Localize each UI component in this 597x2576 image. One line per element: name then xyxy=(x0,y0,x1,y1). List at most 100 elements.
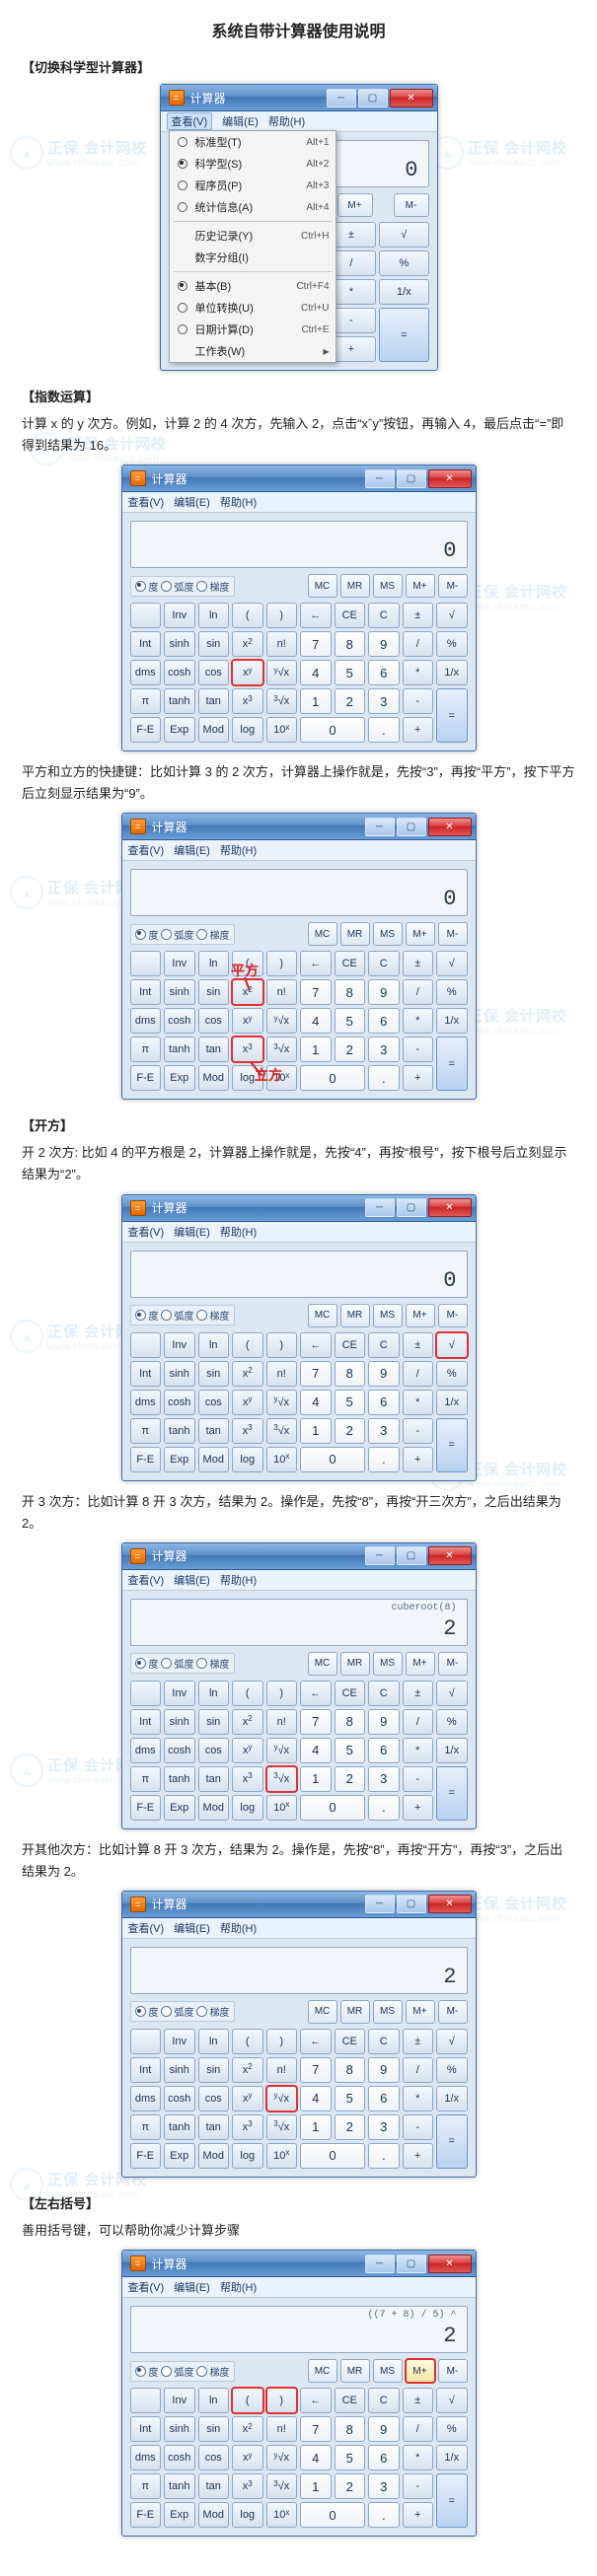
c-button[interactable]: C xyxy=(368,951,400,976)
minimize-button[interactable]: ─ xyxy=(327,89,356,107)
equals-button[interactable]: = xyxy=(379,308,428,362)
menu-item[interactable]: 历史记录(Y)Ctrl+H xyxy=(170,225,336,247)
menu-view[interactable]: 查看(V) xyxy=(128,842,165,858)
dot-button[interactable]: . xyxy=(368,1065,400,1091)
cube-button[interactable]: x3 xyxy=(232,688,263,714)
log-button[interactable]: log xyxy=(232,1447,263,1472)
mr-button[interactable]: MR xyxy=(340,574,370,598)
backspace-button[interactable]: ← xyxy=(300,2029,332,2054)
tenx-button[interactable]: 10x xyxy=(266,2143,298,2169)
lparen-button[interactable]: ( xyxy=(232,603,263,628)
close-button[interactable]: ✕ xyxy=(428,469,472,488)
menu-help[interactable]: 帮助(H) xyxy=(220,494,257,510)
cube-button[interactable]: x3 xyxy=(232,1037,263,1062)
inv-button[interactable]: Inv xyxy=(164,603,195,628)
dms-button[interactable]: dms xyxy=(130,1738,162,1763)
xy-button[interactable]: xy xyxy=(232,660,263,685)
tan-button[interactable]: tan xyxy=(198,2473,230,2499)
cosh-button[interactable]: cosh xyxy=(164,2086,195,2111)
minimize-button[interactable]: ─ xyxy=(365,1546,395,1565)
mc-button[interactable]: MC xyxy=(308,1652,337,1676)
div-button[interactable]: / xyxy=(403,979,434,1005)
exp-button[interactable]: Exp xyxy=(164,1795,195,1821)
c-button[interactable]: C xyxy=(368,1681,400,1706)
seven-button[interactable]: 7 xyxy=(300,1361,332,1387)
deg-label[interactable]: 度 xyxy=(149,2004,159,2019)
recip-button[interactable]: 1/x xyxy=(436,1008,468,1034)
cube-button[interactable]: x3 xyxy=(232,2473,263,2499)
cos-button[interactable]: cos xyxy=(198,1008,230,1034)
close-button[interactable]: ✕ xyxy=(428,1546,472,1565)
titlebar[interactable]: = 计算器 ─ ▢ ✕ xyxy=(122,465,476,492)
tan-button[interactable]: tan xyxy=(198,688,230,714)
titlebar[interactable]: = 计算器 ─ ▢ ✕ xyxy=(122,1195,476,1222)
three-button[interactable]: 3 xyxy=(368,2473,400,2499)
fact-button[interactable]: n! xyxy=(266,2057,298,2083)
cos-button[interactable]: cos xyxy=(198,2086,230,2111)
mul-button[interactable]: * xyxy=(403,660,434,685)
sqrt-button[interactable]: √ xyxy=(436,603,468,628)
rparen-button[interactable]: ) xyxy=(266,1332,298,1358)
m--button[interactable]: M- xyxy=(438,574,468,598)
m+-button[interactable]: M+ xyxy=(406,2000,435,2024)
tenx-button[interactable]: 10x xyxy=(266,1795,298,1821)
m+-button[interactable]: M+ xyxy=(406,1304,435,1327)
minimize-button[interactable]: ─ xyxy=(365,1198,395,1217)
menu-view[interactable]: 查看(V) xyxy=(128,1224,165,1240)
rparen-button[interactable]: ) xyxy=(266,1681,298,1706)
mr-button[interactable]: MR xyxy=(340,1304,370,1327)
tan-button[interactable]: tan xyxy=(198,1037,230,1062)
int-button[interactable]: Int xyxy=(130,1709,162,1735)
minimize-button[interactable]: ─ xyxy=(365,818,395,836)
nine-button[interactable]: 9 xyxy=(368,979,400,1005)
m+-button[interactable]: M+ xyxy=(406,922,435,946)
maximize-button[interactable]: ▢ xyxy=(397,2254,426,2273)
ln-button[interactable]: ln xyxy=(198,951,230,976)
c-button[interactable]: C xyxy=(368,603,400,628)
angle-mode-group[interactable]: 度 弧度 梯度 xyxy=(130,2361,235,2382)
xy-button[interactable]: xy xyxy=(232,2445,263,2470)
rparen-button[interactable]: ) xyxy=(266,951,298,976)
sinh-button[interactable]: sinh xyxy=(164,1709,195,1735)
titlebar[interactable]: = 计算器 ─ ▢ ✕ xyxy=(122,1892,476,1918)
mod-button[interactable]: Mod xyxy=(198,1447,230,1472)
rad-label[interactable]: 弧度 xyxy=(175,2004,194,2019)
zero-button[interactable]: 0 xyxy=(300,1065,365,1091)
backspace-button[interactable]: ← xyxy=(300,1681,332,1706)
fact-button[interactable]: n! xyxy=(266,1709,298,1735)
backspace-button[interactable]: ← xyxy=(300,1332,332,1358)
fe-button[interactable]: F-E xyxy=(130,1447,162,1472)
six-button[interactable]: 6 xyxy=(368,1738,400,1763)
tan-button[interactable]: tan xyxy=(198,1766,230,1792)
sub-button[interactable]: - xyxy=(403,2114,434,2140)
close-button[interactable]: ✕ xyxy=(428,2254,472,2273)
six-button[interactable]: 6 xyxy=(368,2086,400,2111)
sinh-button[interactable]: sinh xyxy=(164,2416,195,2442)
sinh-button[interactable]: sinh xyxy=(164,2057,195,2083)
m+-button[interactable]: M+ xyxy=(406,1652,435,1676)
equals-button[interactable]: = xyxy=(436,2473,468,2528)
neg-button[interactable]: ± xyxy=(403,951,434,976)
maximize-button[interactable]: ▢ xyxy=(397,1546,426,1565)
inv-button[interactable]: Inv xyxy=(164,1332,195,1358)
tanh-button[interactable]: tanh xyxy=(164,1037,195,1062)
add-button[interactable]: + xyxy=(403,2502,434,2528)
backspace-button[interactable]: ← xyxy=(300,951,332,976)
blank[interactable] xyxy=(130,1332,162,1358)
exp-button[interactable]: Exp xyxy=(164,1065,195,1091)
mr-button[interactable]: MR xyxy=(340,2359,370,2383)
four-button[interactable]: 4 xyxy=(300,1738,332,1763)
exp-button[interactable]: Exp xyxy=(164,1447,195,1472)
menu-edit[interactable]: 编辑(E) xyxy=(174,1920,210,1936)
mod-button[interactable]: Mod xyxy=(198,2143,230,2169)
lparen-button[interactable]: ( xyxy=(232,2029,263,2054)
menu-view[interactable]: 查看(V) xyxy=(128,2279,165,2295)
menu-edit[interactable]: 编辑(E) xyxy=(174,1224,210,1240)
tanh-button[interactable]: tanh xyxy=(164,1766,195,1792)
dot-button[interactable]: . xyxy=(368,1447,400,1472)
tanh-button[interactable]: tanh xyxy=(164,2473,195,2499)
three-button[interactable]: 3 xyxy=(368,2114,400,2140)
menu-help[interactable]: 帮助(H) xyxy=(268,113,305,129)
dot-button[interactable]: . xyxy=(368,1795,400,1821)
sqrt-button[interactable]: √ xyxy=(436,2388,468,2413)
